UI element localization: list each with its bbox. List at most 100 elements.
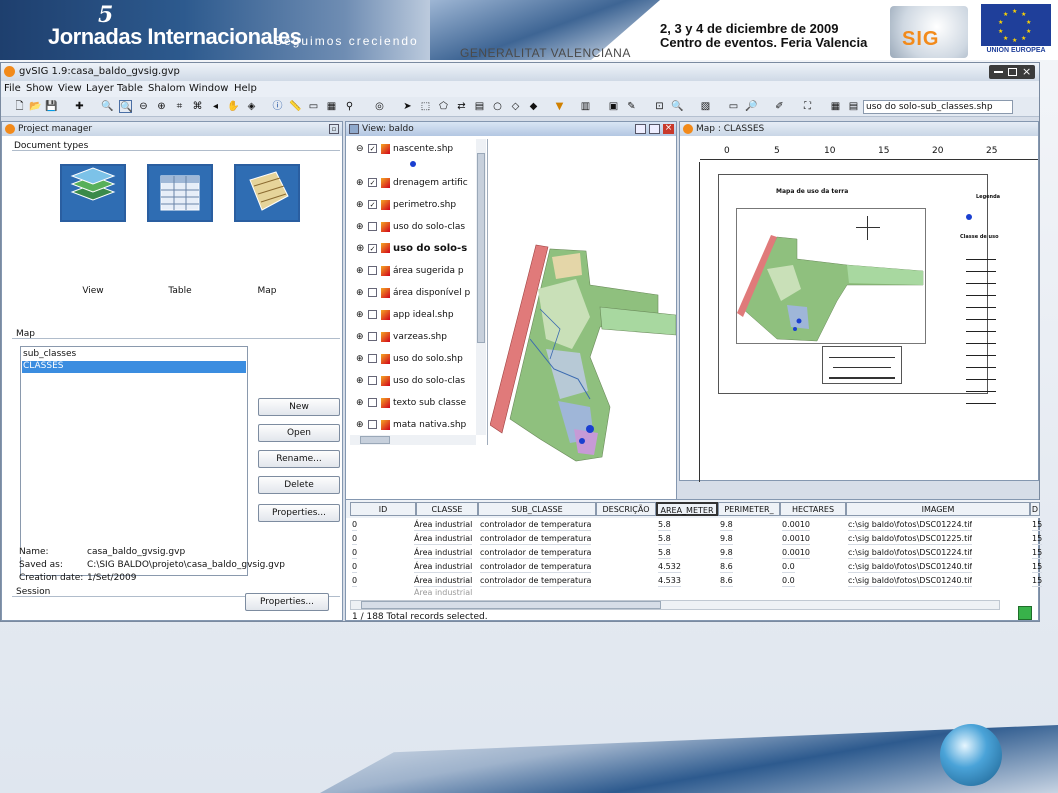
- toc-layer[interactable]: ⊕ ✓ perimetro.shp: [356, 195, 456, 215]
- table-row[interactable]: 0 Área industrial controlador de tempera…: [346, 546, 1043, 560]
- new-project-icon[interactable]: 🗋: [13, 100, 26, 113]
- layer-checkbox[interactable]: [368, 376, 377, 385]
- overview-icon[interactable]: ▦: [829, 100, 842, 113]
- table-of-contents[interactable]: ⊖ ✓ nascente.shp ⊕ ✓ drenagem artific ⊕ ✓ peri…: [350, 139, 488, 445]
- menu-layer[interactable]: Layer: [86, 83, 114, 94]
- view-minimize-icon[interactable]: [635, 124, 646, 134]
- project-manager-title[interactable]: Project manager ▫: [2, 122, 342, 136]
- toc-layer[interactable]: ⊕ uso do solo.shp: [356, 349, 463, 369]
- toc-layer[interactable]: ⊕ mata nativa.shp: [356, 415, 466, 435]
- menu-show[interactable]: Show: [26, 83, 53, 94]
- table-row[interactable]: 0 Área industrial controlador de tempera…: [346, 574, 1043, 588]
- properties-button[interactable]: Properties...: [258, 504, 340, 522]
- close-icon[interactable]: ×: [1022, 65, 1031, 78]
- menu-shalom[interactable]: Shalom: [148, 83, 185, 94]
- window-controls[interactable]: ×: [989, 65, 1035, 79]
- doc-type-view[interactable]: [60, 164, 126, 222]
- layout-zoom-in-icon[interactable]: 🔍: [671, 100, 684, 113]
- view-maximize-icon[interactable]: [649, 124, 660, 134]
- zoom-rect-icon[interactable]: 🔍: [119, 100, 132, 113]
- toc-horizontal-scrollbar[interactable]: [350, 435, 476, 445]
- toc-layer[interactable]: ⊕ varzeas.shp: [356, 327, 447, 347]
- select-table-icon[interactable]: ▤: [473, 100, 486, 113]
- column-header[interactable]: PERIMETER_: [718, 502, 780, 516]
- zoom-select-icon[interactable]: ⌗: [173, 100, 186, 113]
- layer-checkbox[interactable]: [368, 398, 377, 407]
- column-header[interactable]: D: [1030, 502, 1040, 516]
- doc-type-map[interactable]: [234, 164, 300, 222]
- column-header[interactable]: IMAGEM: [846, 502, 1030, 516]
- column-header[interactable]: CLASSE: [416, 502, 478, 516]
- map-canvas[interactable]: [489, 139, 677, 499]
- layer-checkbox[interactable]: ✓: [368, 243, 377, 253]
- toc-vertical-scrollbar[interactable]: [476, 139, 486, 435]
- pan-icon[interactable]: ✋: [227, 100, 240, 113]
- raster-icon[interactable]: ◎: [373, 100, 386, 113]
- layer-checkbox[interactable]: [368, 266, 377, 275]
- toc-layer-active[interactable]: ⊕ ✓ uso do solo-s: [356, 239, 467, 259]
- column-header[interactable]: SUB_CLASSE: [478, 502, 596, 516]
- open-project-icon[interactable]: 📂: [29, 100, 42, 113]
- layout-page[interactable]: Mapa de uso da terra Legenda Classe de u…: [704, 166, 1038, 436]
- menu-window[interactable]: Window: [189, 83, 228, 94]
- graph-icon[interactable]: ▦: [325, 100, 338, 113]
- layer-checkbox[interactable]: ✓: [368, 144, 377, 153]
- locator-icon[interactable]: ◈: [245, 100, 258, 113]
- editing-icon[interactable]: ✎: [625, 100, 638, 113]
- invert-selection-icon[interactable]: ⇄: [455, 100, 468, 113]
- select-point-icon[interactable]: ◇: [509, 100, 522, 113]
- filter-icon[interactable]: ▼: [553, 100, 566, 113]
- layer-combo-icon[interactable]: ▤: [847, 100, 860, 113]
- column-header[interactable]: HECTARES: [780, 502, 846, 516]
- view-title-bar[interactable]: View: baldo ×: [346, 122, 676, 136]
- layer-checkbox[interactable]: ✓: [368, 178, 377, 187]
- layer-checkbox[interactable]: [368, 222, 377, 231]
- menu-view[interactable]: View: [58, 83, 82, 94]
- scroll-thumb[interactable]: [477, 153, 485, 343]
- column-header[interactable]: ID: [350, 502, 416, 516]
- frame-icon[interactable]: ▭: [727, 100, 740, 113]
- column-header[interactable]: DESCRIÇÃO: [596, 502, 656, 516]
- maximize-icon[interactable]: [1008, 68, 1017, 76]
- table-row[interactable]: 0 Área industrial controlador de tempera…: [346, 560, 1043, 574]
- measure-area-icon[interactable]: ▭: [307, 100, 320, 113]
- table-row[interactable]: 0 Área industrial controlador de tempera…: [346, 532, 1043, 546]
- layout-tool-icon[interactable]: ▧: [699, 100, 712, 113]
- column-header[interactable]: AREA_METER: [656, 502, 718, 516]
- delete-button[interactable]: Delete: [258, 476, 340, 494]
- menu-table[interactable]: Table: [117, 83, 143, 94]
- table-horizontal-scrollbar[interactable]: [350, 600, 1000, 610]
- map-list-item[interactable]: sub_classes: [23, 349, 76, 359]
- layer-checkbox[interactable]: ✓: [368, 200, 377, 209]
- zoom-out-icon[interactable]: ⊖: [137, 100, 150, 113]
- view-close-icon[interactable]: ×: [663, 124, 674, 134]
- layer-checkbox[interactable]: [368, 288, 377, 297]
- layer-checkbox[interactable]: [368, 420, 377, 429]
- layout-search-icon[interactable]: 🔎: [745, 100, 758, 113]
- rename-button[interactable]: Rename...: [258, 450, 340, 468]
- zoom-layer-icon[interactable]: ⌘: [191, 100, 204, 113]
- toc-layer[interactable]: ⊕ app ideal.shp: [356, 305, 454, 325]
- map-list[interactable]: sub_classes CLASSES: [20, 346, 248, 576]
- print-icon[interactable]: ▣: [607, 100, 620, 113]
- layer-checkbox[interactable]: [368, 310, 377, 319]
- minimize-icon[interactable]: [994, 71, 1003, 73]
- doc-type-table[interactable]: [147, 164, 213, 222]
- toc-layer[interactable]: ⊕ ✓ drenagem artific: [356, 173, 468, 193]
- style-icon[interactable]: ▥: [579, 100, 592, 113]
- edit-icon[interactable]: ✐: [773, 100, 786, 113]
- save-project-icon[interactable]: 💾: [45, 100, 58, 113]
- full-extent-icon[interactable]: ⊕: [155, 100, 168, 113]
- measure-distance-icon[interactable]: 📏: [289, 100, 302, 113]
- layer-tool-icon[interactable]: ⛶: [801, 100, 814, 113]
- toc-layer[interactable]: ⊖ ✓ nascente.shp: [356, 139, 453, 159]
- layout-zoom-icon[interactable]: ⊡: [653, 100, 666, 113]
- select-by-rect-icon[interactable]: ⬚: [419, 100, 432, 113]
- zoom-in-icon[interactable]: 🔍: [101, 100, 114, 113]
- scroll-thumb[interactable]: [361, 601, 661, 609]
- layer-checkbox[interactable]: [368, 354, 377, 363]
- toc-layer[interactable]: ⊕ área sugerida p: [356, 261, 464, 281]
- scroll-thumb[interactable]: [360, 436, 390, 444]
- hyperlink-icon[interactable]: ⚲: [343, 100, 356, 113]
- session-properties-button[interactable]: Properties...: [245, 593, 329, 611]
